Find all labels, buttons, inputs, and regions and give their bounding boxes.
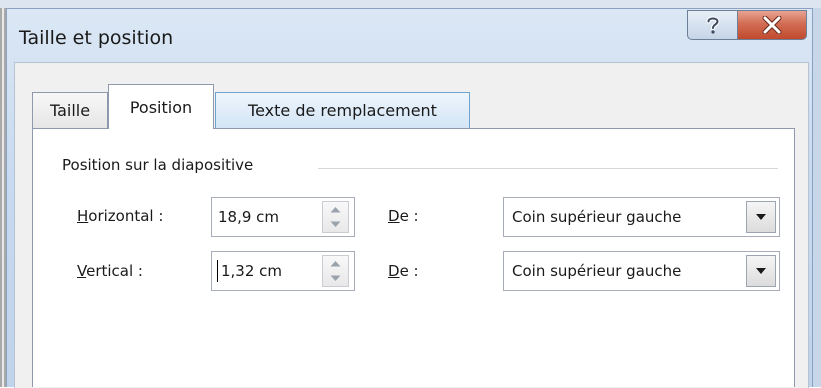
- vertical-position-stepper[interactable]: 1,32 cm: [211, 251, 355, 291]
- horizontal-spin-buttons[interactable]: [322, 201, 349, 233]
- spin-down-arrow-icon[interactable]: [330, 221, 341, 228]
- vertical-label: Vertical :: [77, 262, 143, 280]
- dropdown-arrow-icon: [756, 214, 766, 220]
- vertical-from-dropdown-button[interactable]: [746, 255, 776, 287]
- window-title: Taille et position: [19, 27, 174, 49]
- spin-up-arrow-icon[interactable]: [330, 260, 341, 267]
- close-x-icon: [762, 16, 782, 34]
- group-title: Position sur la diapositive: [62, 156, 254, 174]
- tab-taille-label: Taille: [49, 101, 91, 120]
- text-caret: [217, 260, 218, 282]
- horizontal-access-key: H: [77, 207, 89, 225]
- spin-up-arrow-icon[interactable]: [330, 206, 341, 213]
- vertical-from-value: Coin supérieur gauche: [512, 262, 682, 280]
- vertical-from-label-text: e :: [399, 262, 419, 280]
- spin-down-arrow-icon[interactable]: [330, 275, 341, 282]
- vertical-access-key: V: [77, 262, 87, 280]
- vertical-from-label: De :: [388, 262, 419, 280]
- vertical-from-dropdown[interactable]: Coin supérieur gauche: [503, 251, 780, 291]
- vertical-label-text: ertical :: [86, 262, 143, 280]
- question-mark-icon: [705, 16, 720, 34]
- group-divider: [318, 168, 778, 169]
- horizontal-from-label-text: e :: [399, 207, 419, 225]
- horizontal-label-text: orizontal :: [88, 207, 164, 225]
- vertical-from-access-key: D: [388, 262, 400, 280]
- horizontal-position-value[interactable]: 18,9 cm: [218, 208, 279, 226]
- dropdown-arrow-icon: [756, 268, 766, 274]
- background-window-edge-right: [813, 8, 821, 387]
- tab-texte-de-remplacement[interactable]: Texte de remplacement: [215, 92, 470, 128]
- vertical-spin-buttons[interactable]: [322, 255, 349, 287]
- tab-position-label: Position: [129, 97, 193, 117]
- vertical-position-value[interactable]: 1,32 cm: [221, 262, 282, 280]
- desktop-backdrop: [0, 0, 821, 8]
- tab-position[interactable]: Position: [108, 84, 214, 129]
- horizontal-from-access-key: D: [388, 207, 400, 225]
- horizontal-position-stepper[interactable]: 18,9 cm: [211, 197, 355, 237]
- horizontal-from-dropdown-button[interactable]: [746, 201, 776, 233]
- horizontal-label: Horizontal :: [77, 207, 163, 225]
- tab-taille[interactable]: Taille: [32, 92, 108, 128]
- horizontal-from-value: Coin supérieur gauche: [512, 208, 682, 226]
- horizontal-from-dropdown[interactable]: Coin supérieur gauche: [503, 197, 780, 237]
- horizontal-from-label: De :: [388, 207, 419, 225]
- close-button[interactable]: [737, 10, 807, 40]
- help-button[interactable]: [687, 10, 737, 40]
- tab-texte-de-remplacement-label: Texte de remplacement: [248, 101, 437, 120]
